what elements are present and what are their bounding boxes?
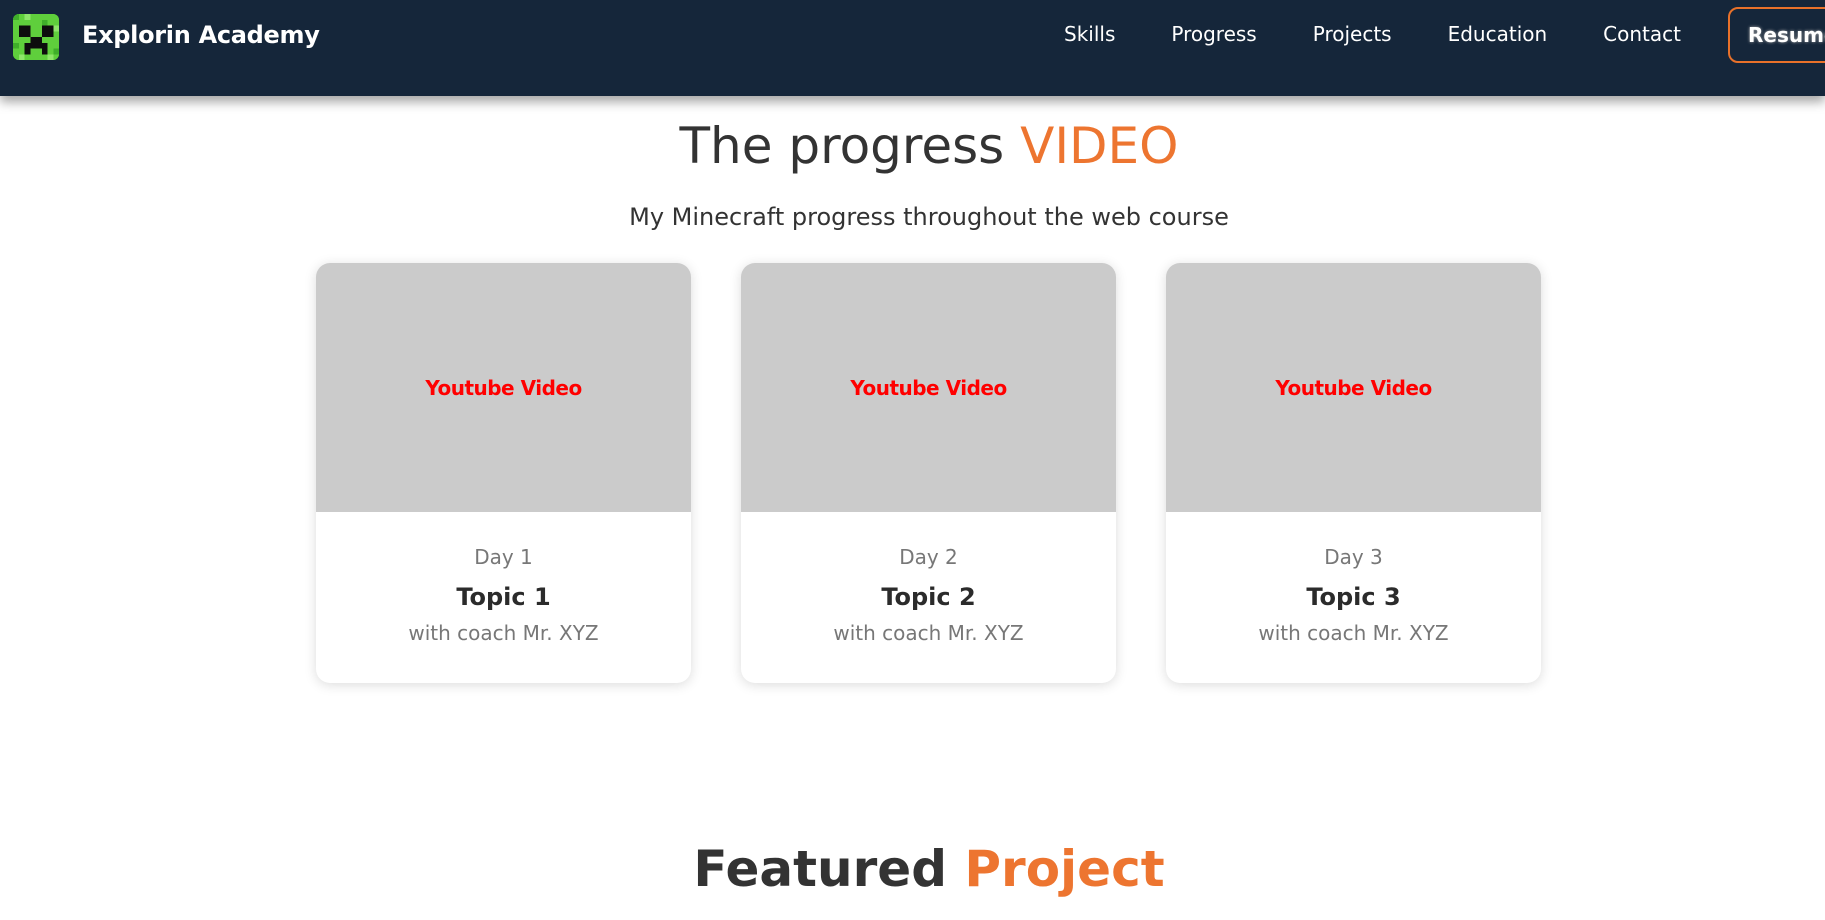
featured-section-title: Featured Project [0, 840, 1825, 898]
video-placeholder[interactable]: Youtube Video [316, 263, 691, 512]
nav-links: Skills Progress Projects Education Conta… [1064, 22, 1737, 46]
card-topic: Topic 3 [1306, 583, 1401, 611]
progress-title-accent: VIDEO [1020, 117, 1179, 175]
progress-section-title: The progress VIDEO [0, 117, 1825, 175]
nav-link-skills[interactable]: Skills [1064, 22, 1115, 46]
progress-card: Youtube Video Day 1 Topic 1 with coach M… [316, 263, 691, 683]
video-label: Youtube Video [850, 375, 1007, 400]
video-placeholder[interactable]: Youtube Video [1166, 263, 1541, 512]
nav-link-contact[interactable]: Contact [1603, 22, 1681, 46]
video-label: Youtube Video [425, 375, 582, 400]
progress-subtitle: My Minecraft progress throughout the web… [629, 203, 1229, 231]
video-placeholder[interactable]: Youtube Video [741, 263, 1116, 512]
card-day: Day 2 [899, 545, 958, 569]
card-coach: with coach Mr. XYZ [833, 621, 1024, 645]
card-topic: Topic 1 [456, 583, 551, 611]
navbar: Explorin Academy Skills Progress Project… [0, 0, 1825, 96]
card-coach: with coach Mr. XYZ [1258, 621, 1449, 645]
progress-card: Youtube Video Day 2 Topic 2 with coach M… [741, 263, 1116, 683]
nav-link-education[interactable]: Education [1448, 22, 1548, 46]
nav-link-progress[interactable]: Progress [1171, 22, 1256, 46]
card-topic: Topic 2 [881, 583, 976, 611]
card-day: Day 1 [474, 545, 533, 569]
resume-button[interactable]: Resume [1728, 7, 1825, 63]
brand-name[interactable]: Explorin Academy [82, 21, 320, 49]
nav-link-projects[interactable]: Projects [1313, 22, 1392, 46]
video-label: Youtube Video [1275, 375, 1432, 400]
card-coach: with coach Mr. XYZ [408, 621, 599, 645]
featured-title-main: Featured [693, 840, 965, 898]
card-day: Day 3 [1324, 545, 1383, 569]
progress-title-main: The progress [679, 117, 1021, 175]
progress-card: Youtube Video Day 3 Topic 3 with coach M… [1166, 263, 1541, 683]
featured-title-accent: Project [964, 840, 1165, 898]
creeper-logo-icon[interactable] [13, 14, 59, 60]
